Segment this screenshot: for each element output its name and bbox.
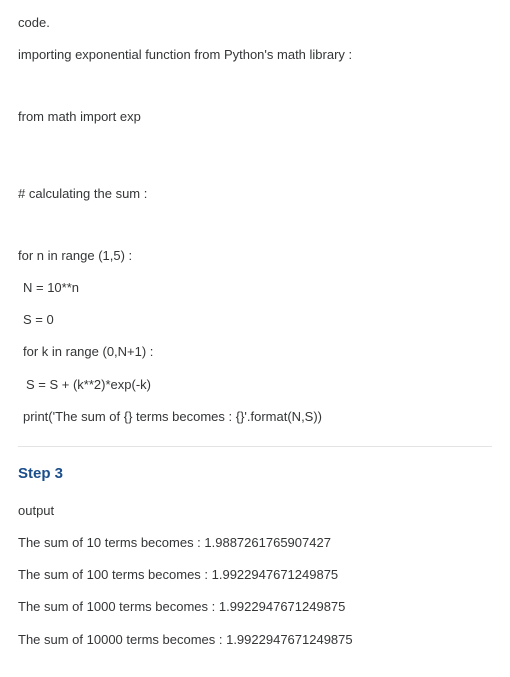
output-row: The sum of 1000 terms becomes : 1.992294…: [18, 598, 492, 616]
output-row: The sum of 10 terms becomes : 1.98872617…: [18, 534, 492, 552]
code-assign-s: S = 0: [23, 311, 492, 329]
code-import-line: from math import exp: [18, 108, 492, 126]
code-comment: # calculating the sum :: [18, 185, 492, 203]
output-row: The sum of 10000 terms becomes : 1.99229…: [18, 631, 492, 649]
intro-description: importing exponential function from Pyth…: [18, 46, 492, 64]
output-label: output: [18, 502, 492, 520]
code-for-inner: for k in range (0,N+1) :: [23, 343, 492, 361]
code-for-outer: for n in range (1,5) :: [18, 247, 492, 265]
output-row: The sum of 100 terms becomes : 1.9922947…: [18, 566, 492, 584]
code-print: print('The sum of {} terms becomes : {}'…: [23, 408, 492, 426]
section-divider: [18, 446, 492, 447]
intro-code-word: code.: [18, 14, 492, 32]
code-assign-n: N = 10**n: [23, 279, 492, 297]
step-heading: Step 3: [18, 463, 492, 484]
code-update-s: S = S + (k**2)*exp(-k): [26, 376, 492, 394]
